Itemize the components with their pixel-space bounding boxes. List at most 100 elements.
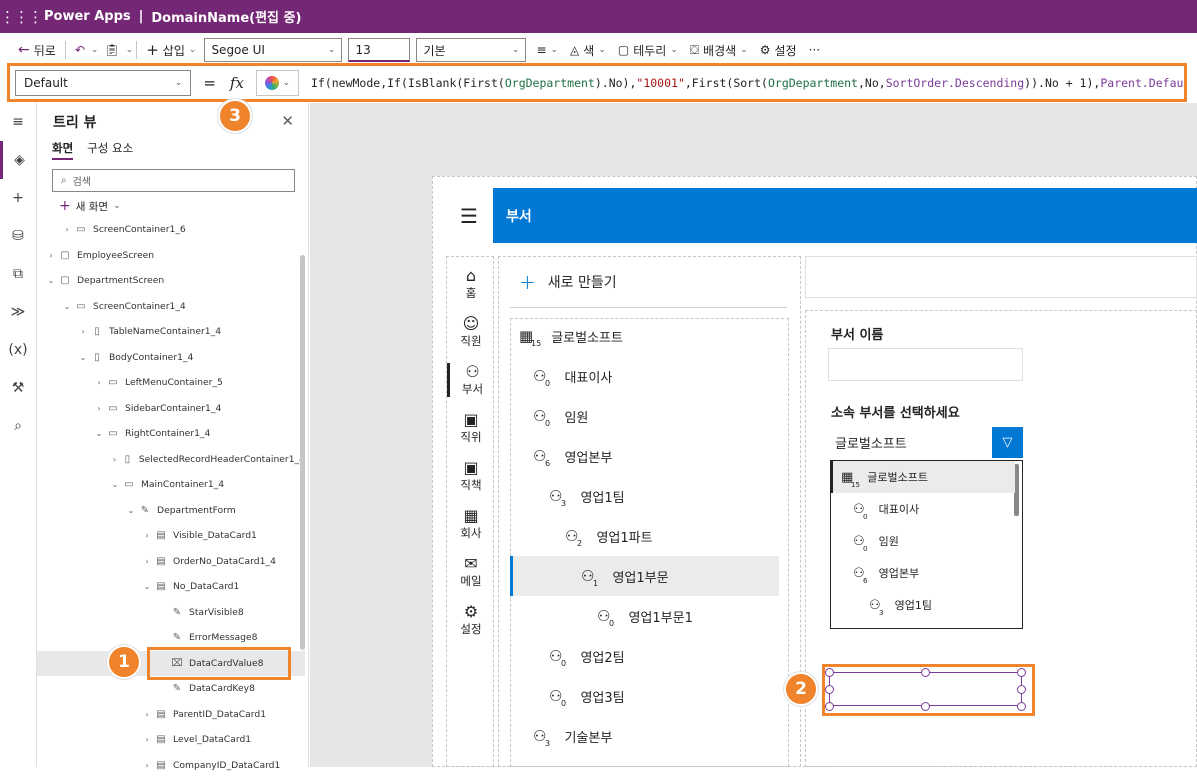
insert-button[interactable]: + 삽입 ⌄ <box>140 41 202 59</box>
tree-item[interactable]: ⌄▯BodyContainer1_4 <box>37 345 305 371</box>
gallery-row[interactable]: ⚇1영업1부문 <box>513 556 779 596</box>
resize-handle[interactable] <box>825 685 834 694</box>
copilot-button[interactable]: ⌄ <box>256 70 299 96</box>
dropdown-toggle-button[interactable]: ▽ <box>992 427 1023 458</box>
dropdown-option[interactable]: ⚇3영업1팀 <box>831 589 1015 621</box>
resize-handle[interactable] <box>1017 702 1026 711</box>
resize-handle[interactable] <box>825 702 834 711</box>
tree-search-input[interactable]: ⌕ 검색 <box>52 169 295 192</box>
chevron-down-icon[interactable]: ⌄ <box>91 45 99 55</box>
gallery-row[interactable]: ⚇0영업1부문1 <box>597 596 693 636</box>
chevron-icon[interactable]: › <box>141 761 153 770</box>
menu-item-person[interactable]: ☺직원 <box>447 315 495 349</box>
hamburger-icon[interactable]: ≡ <box>0 103 36 141</box>
automate-icon[interactable]: ≫ <box>0 293 36 331</box>
property-select[interactable]: Default ⌄ <box>15 70 191 96</box>
chevron-down-icon[interactable]: ⌄ <box>126 45 134 55</box>
chevron-icon[interactable]: › <box>109 455 120 464</box>
variables-icon[interactable]: (x) <box>0 331 36 369</box>
chevron-icon[interactable]: ⌄ <box>77 353 89 362</box>
close-icon[interactable]: ✕ <box>281 112 294 130</box>
tree-item[interactable]: ›▤ParentID_DataCard1 <box>37 702 305 728</box>
font-family-select[interactable]: Segoe UI ⌄ <box>204 38 342 62</box>
gallery-row[interactable]: ▦15글로벌소프트 <box>519 316 623 356</box>
menu-item-people[interactable]: ⚇부서 <box>447 363 495 397</box>
menu-item-building[interactable]: ▦회사 <box>447 507 495 541</box>
tree-item[interactable]: ›▭ScreenContainer1_6 <box>37 217 305 243</box>
chevron-icon[interactable]: ⌄ <box>61 302 73 311</box>
tree-item[interactable]: ⌄▭ScreenContainer1_4 <box>37 294 305 320</box>
fill-button[interactable]: ⛋ 배경색 ⌄ <box>684 42 754 59</box>
chevron-icon[interactable]: ⌄ <box>45 276 57 285</box>
tree-item[interactable]: ⌄▭RightContainer1_4 <box>37 421 305 447</box>
tab-screens[interactable]: 화면 <box>52 140 73 160</box>
paste-button[interactable]: 📋︎ <box>98 43 125 57</box>
media-icon[interactable]: ⧉ <box>0 255 36 293</box>
database-icon[interactable]: ⛁ <box>0 217 36 255</box>
undo-button[interactable]: ↶ <box>69 43 91 57</box>
menu-item-id[interactable]: ▣직책 <box>447 459 495 493</box>
datacardvalue8-selected[interactable] <box>829 672 1022 706</box>
chevron-icon[interactable]: ⌄ <box>125 506 137 515</box>
gallery-row[interactable]: ⚇6영업본부 <box>533 436 612 476</box>
resize-handle[interactable] <box>921 702 930 711</box>
dropdown-option[interactable]: ▦15글로벌소프트 <box>831 461 1015 493</box>
chevron-icon[interactable]: › <box>141 531 153 540</box>
parent-dept-dropdown-list[interactable]: ▦15글로벌소프트⚇0대표이사⚇0임원⚇6영업본부⚇3영업1팀 <box>830 460 1023 629</box>
resize-handle[interactable] <box>1017 685 1026 694</box>
tree-item[interactable]: ⌄▭MainContainer1_4 <box>37 472 305 498</box>
waffle-icon[interactable]: ⋮⋮⋮ <box>0 8 36 26</box>
tree-item[interactable]: ⌄✎DepartmentForm <box>37 498 305 524</box>
layers-icon[interactable]: ◈ <box>0 141 36 179</box>
text-align-button[interactable]: ≡ ⌄ <box>530 43 564 57</box>
more-button[interactable]: ··· <box>803 43 826 57</box>
back-button[interactable]: ← 뒤로 <box>12 42 62 59</box>
resize-handle[interactable] <box>825 668 834 677</box>
tree-item[interactable]: ⌄▢DepartmentScreen <box>37 268 305 294</box>
menu-item-badge[interactable]: ▣직위 <box>447 411 495 445</box>
tree-item[interactable]: ›▤OrderNo_DataCard1_4 <box>37 549 305 575</box>
hamburger-icon[interactable]: ☰ <box>445 188 493 243</box>
tree-item[interactable]: ›▭LeftMenuContainer_5 <box>37 370 305 396</box>
chevron-icon[interactable]: › <box>93 378 105 387</box>
gallery-row[interactable]: ⚇0영업2팀 <box>549 636 625 676</box>
font-size-input[interactable]: 13 <box>348 38 410 62</box>
dept-name-input[interactable] <box>828 348 1023 381</box>
chevron-icon[interactable]: › <box>93 404 105 413</box>
border-button[interactable]: ▢ 테두리 ⌄ <box>612 42 684 59</box>
gallery-row[interactable]: ⚇0영업3팀 <box>549 676 625 716</box>
chevron-icon[interactable]: › <box>141 735 153 744</box>
dropdown-option[interactable]: ⚇6영업본부 <box>831 557 1015 589</box>
chevron-icon[interactable]: ⌄ <box>109 480 121 489</box>
resize-handle[interactable] <box>921 668 930 677</box>
tree-item[interactable]: ›▤Level_DataCard1 <box>37 727 305 753</box>
chevron-icon[interactable]: ⌄ <box>93 429 105 438</box>
chevron-icon[interactable]: ⌄ <box>141 582 153 591</box>
tools-icon[interactable]: ⚒ <box>0 369 36 407</box>
font-weight-select[interactable]: 기본 ⌄ <box>416 38 526 62</box>
settings-button[interactable]: ⚙ 설정 <box>754 42 803 59</box>
dropdown-option[interactable]: ⚇0임원 <box>831 525 1015 557</box>
gallery-row[interactable]: ⚇3영업1팀 <box>549 476 625 516</box>
chevron-icon[interactable]: › <box>141 557 153 566</box>
menu-item-home[interactable]: ⌂홈 <box>447 267 495 301</box>
tree-item[interactable]: ✎StarVisible8 <box>37 600 305 626</box>
color-button[interactable]: ◬ 색 ⌄ <box>564 42 612 59</box>
tree-item[interactable]: ›▭SidebarContainer1_4 <box>37 396 305 422</box>
tab-components[interactable]: 구성 요소 <box>87 140 133 160</box>
tree-item[interactable]: ›▯SelectedRecordHeaderContainer1_4 <box>37 447 305 473</box>
chevron-icon[interactable]: › <box>61 225 73 234</box>
new-button[interactable]: + 새로 만들기 <box>519 270 617 294</box>
search-icon[interactable]: ⌕ <box>0 407 36 445</box>
tree-item[interactable]: ›▤Visible_DataCard1 <box>37 523 305 549</box>
new-screen-button[interactable]: + 새 화면 ⌄ <box>59 198 121 214</box>
chevron-icon[interactable]: › <box>77 327 89 336</box>
tree-item[interactable]: ›▢EmployeeScreen <box>37 243 305 269</box>
menu-item-gear[interactable]: ⚙설정 <box>447 603 495 637</box>
menu-item-mail[interactable]: ✉메일 <box>447 555 495 589</box>
tree-item[interactable]: ⌄▤No_DataCard1 <box>37 574 305 600</box>
plus-icon[interactable]: + <box>0 179 36 217</box>
tree-item[interactable]: ›▯TableNameContainer1_4 <box>37 319 305 345</box>
formula-input[interactable]: If(newMode,If(IsBlank(First(OrgDepartmen… <box>311 76 1184 90</box>
gallery-row[interactable]: ⚇3기술본부 <box>533 716 612 756</box>
